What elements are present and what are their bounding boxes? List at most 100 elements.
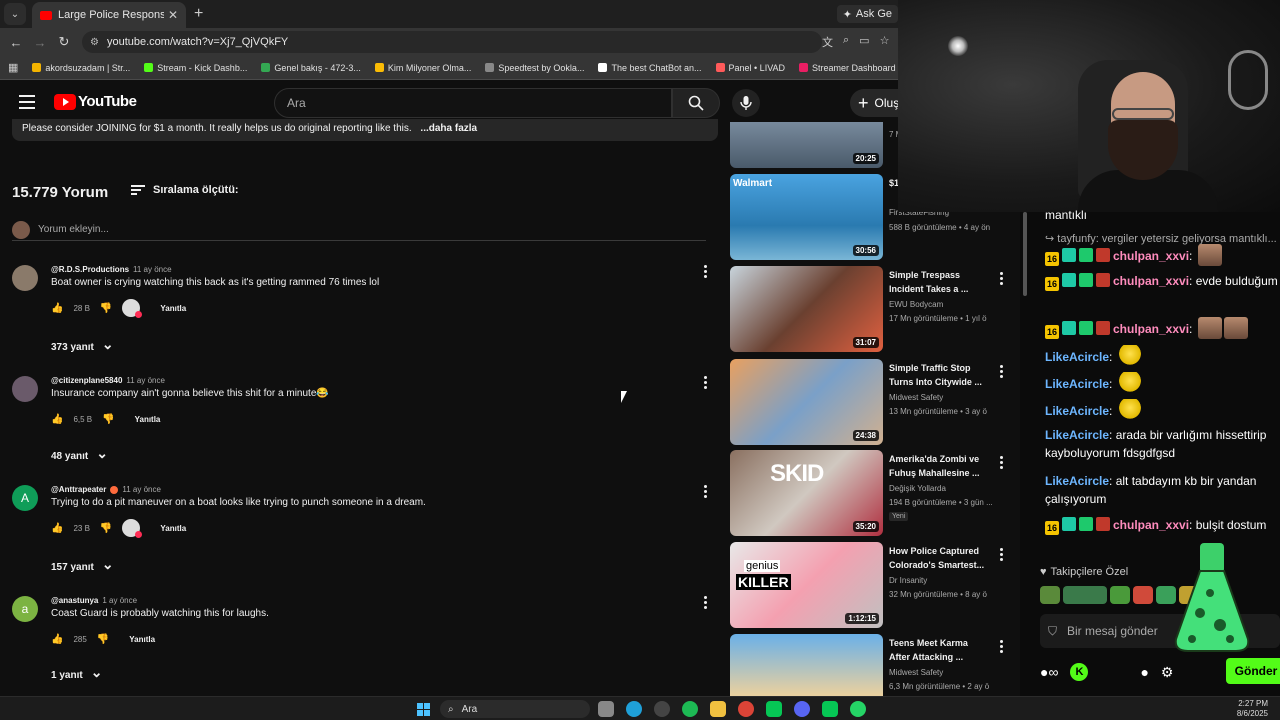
bookmark-item[interactable]: Panel • LIVAD bbox=[715, 63, 785, 73]
comment-time[interactable]: 11 ay önce bbox=[133, 265, 172, 274]
emote-icon[interactable] bbox=[1063, 586, 1107, 604]
recommendation-card[interactable]: Walmart 30:56 bbox=[730, 174, 898, 260]
settings-gear-icon[interactable]: ⚙ bbox=[1161, 664, 1174, 681]
tab-active[interactable]: Large Police Response to Stolen ✕ bbox=[32, 2, 186, 28]
recommendation-title[interactable]: How Police Captured Colorado's Smartest.… bbox=[889, 544, 991, 572]
like-icon[interactable]: 👍 bbox=[51, 303, 63, 314]
add-comment-field[interactable]: Yorum ekleyin... bbox=[12, 221, 706, 241]
video-thumbnail[interactable]: Walmart 30:56 bbox=[730, 174, 883, 260]
chat-username[interactable]: chulpan_xxvi bbox=[1113, 518, 1189, 532]
chat-username[interactable]: chulpan_xxvi bbox=[1113, 249, 1189, 263]
recommendation-channel[interactable]: Midwest Safety bbox=[889, 668, 943, 677]
more-actions-icon[interactable] bbox=[702, 485, 708, 498]
bookmark-item[interactable]: akordsuzadam | Str... bbox=[32, 63, 130, 73]
dislike-icon[interactable]: 👎 bbox=[100, 523, 112, 534]
reload-icon[interactable]: ↻ bbox=[52, 34, 76, 50]
avatar[interactable] bbox=[12, 265, 38, 291]
recommendation-card[interactable]: 24:38 bbox=[730, 359, 898, 445]
video-thumbnail[interactable]: 24:38 bbox=[730, 359, 883, 445]
comment-author[interactable]: @anastunya bbox=[51, 596, 98, 605]
line-icon-2[interactable] bbox=[822, 701, 838, 717]
bookmark-item[interactable]: Stream - Kick Dashb... bbox=[144, 63, 247, 73]
chat-username[interactable]: LikeAcircle bbox=[1045, 350, 1109, 364]
points-icon[interactable]: ●∞ bbox=[1040, 664, 1058, 680]
avatar[interactable]: a bbox=[12, 596, 38, 622]
more-actions-icon[interactable] bbox=[998, 548, 1004, 561]
video-thumbnail[interactable] bbox=[730, 634, 883, 696]
tab-close-icon[interactable]: ✕ bbox=[168, 8, 178, 22]
replies-toggle[interactable]: 157 yanıt ⌄ bbox=[51, 556, 114, 573]
windows-start-icon[interactable] bbox=[417, 703, 430, 716]
youtube-logo[interactable]: YouTube bbox=[54, 93, 137, 110]
comment-time[interactable]: 11 ay önce bbox=[122, 485, 161, 494]
search-button[interactable] bbox=[672, 88, 720, 118]
recommendation-card[interactable]: SKID 35:20 bbox=[730, 450, 898, 536]
line-icon[interactable] bbox=[766, 701, 782, 717]
chat-username[interactable]: chulpan_xxvi bbox=[1113, 274, 1189, 288]
replies-toggle[interactable]: 1 yanıt ⌄ bbox=[51, 664, 102, 681]
like-icon[interactable]: 👍 bbox=[51, 414, 63, 425]
video-thumbnail[interactable]: genius KILLER 1:12:15 bbox=[730, 542, 883, 628]
bookmark-item[interactable]: The best ChatBot an... bbox=[598, 63, 702, 73]
search-input[interactable]: Ara bbox=[274, 88, 672, 118]
emote-icon[interactable] bbox=[1040, 586, 1060, 604]
taskbar-search[interactable]: ⌕ Ara bbox=[440, 700, 590, 718]
chat-username[interactable]: chulpan_xxvi bbox=[1113, 322, 1189, 336]
recommendation-title[interactable]: Simple Traffic Stop Turns Into Citywide … bbox=[889, 361, 991, 389]
like-icon[interactable]: 👍 bbox=[51, 523, 63, 534]
reply-button[interactable]: Yanıtla bbox=[160, 304, 186, 313]
emote-icon[interactable] bbox=[1133, 586, 1153, 604]
site-info-icon[interactable]: ⚙ bbox=[90, 37, 99, 48]
bookmark-item[interactable]: Streamer Dashboard bbox=[799, 63, 896, 73]
recommendation-channel[interactable]: EWU Bodycam bbox=[889, 300, 943, 309]
system-clock[interactable]: 2:27 PM 8/6/2025 bbox=[1237, 699, 1268, 719]
kick-logo-icon[interactable]: K bbox=[1070, 663, 1089, 681]
reply-button[interactable]: Yanıtla bbox=[135, 415, 161, 424]
new-tab-button[interactable]: + bbox=[194, 5, 203, 23]
comment-author[interactable]: @citizenplane5840 bbox=[51, 376, 122, 385]
translate-icon[interactable]: 文 bbox=[822, 34, 833, 50]
more-actions-icon[interactable] bbox=[998, 640, 1004, 653]
video-description[interactable]: Please consider JOINING for $1 a month. … bbox=[12, 119, 718, 141]
task-view-icon[interactable] bbox=[598, 701, 614, 717]
video-thumbnail[interactable]: SKID 35:20 bbox=[730, 450, 883, 536]
discord-icon[interactable] bbox=[794, 701, 810, 717]
comment-time[interactable]: 11 ay önce bbox=[126, 376, 165, 385]
tab-search-button[interactable]: ⌄ bbox=[4, 3, 26, 25]
chat-username[interactable]: LikeAcircle bbox=[1045, 428, 1109, 442]
bookmark-item[interactable]: Speedtest by Ookla... bbox=[485, 63, 584, 73]
recommendation-card[interactable]: 20:25 bbox=[730, 122, 898, 168]
whatsapp-icon[interactable] bbox=[850, 701, 866, 717]
recommendation-title[interactable]: Simple Trespass Incident Takes a ... bbox=[889, 268, 991, 296]
video-thumbnail[interactable]: 20:25 bbox=[730, 122, 883, 168]
more-actions-icon[interactable] bbox=[998, 272, 1004, 285]
more-actions-icon[interactable] bbox=[702, 265, 708, 278]
ask-gemini-button[interactable]: ✦ Ask Ge bbox=[836, 5, 898, 23]
replies-toggle[interactable]: 48 yanıt ⌄ bbox=[51, 445, 108, 462]
recommendation-channel[interactable]: Değişik Yollarda bbox=[889, 484, 946, 493]
recommendation-card[interactable] bbox=[730, 634, 898, 696]
recommendation-card[interactable]: genius KILLER 1:12:15 bbox=[730, 542, 898, 628]
more-actions-icon[interactable] bbox=[998, 456, 1004, 469]
send-button[interactable]: Gönder bbox=[1226, 658, 1280, 684]
sort-button[interactable]: Sıralama ölçütü: bbox=[131, 184, 239, 196]
like-icon[interactable]: 👍 bbox=[51, 634, 63, 645]
bookmark-star-icon[interactable]: ☆ bbox=[880, 34, 890, 50]
comment-time[interactable]: 1 ay önce bbox=[102, 596, 137, 605]
emote-icon[interactable] bbox=[1110, 586, 1130, 604]
obs-icon[interactable] bbox=[654, 701, 670, 717]
bookmark-item[interactable]: Kim Milyoner Olma... bbox=[374, 63, 471, 73]
chat-username[interactable]: LikeAcircle bbox=[1045, 474, 1109, 488]
forward-icon[interactable]: → bbox=[28, 35, 52, 50]
chat-bubble-icon[interactable]: ● bbox=[1140, 664, 1148, 680]
show-more-link[interactable]: ...daha fazla bbox=[420, 123, 477, 134]
chat-scrollbar[interactable] bbox=[1020, 212, 1030, 696]
menu-icon[interactable] bbox=[19, 95, 35, 109]
chat-username[interactable]: LikeAcircle bbox=[1045, 404, 1109, 418]
more-actions-icon[interactable] bbox=[998, 365, 1004, 378]
zoom-icon[interactable]: ⌕ bbox=[843, 34, 849, 50]
recommendation-title[interactable]: Amerika'da Zombi ve Fuhuş Mahallesine ..… bbox=[889, 452, 991, 480]
recommendation-channel[interactable]: Midwest Safety bbox=[889, 393, 943, 402]
chat-username[interactable]: LikeAcircle bbox=[1045, 377, 1109, 391]
reply-button[interactable]: Yanıtla bbox=[160, 524, 186, 533]
